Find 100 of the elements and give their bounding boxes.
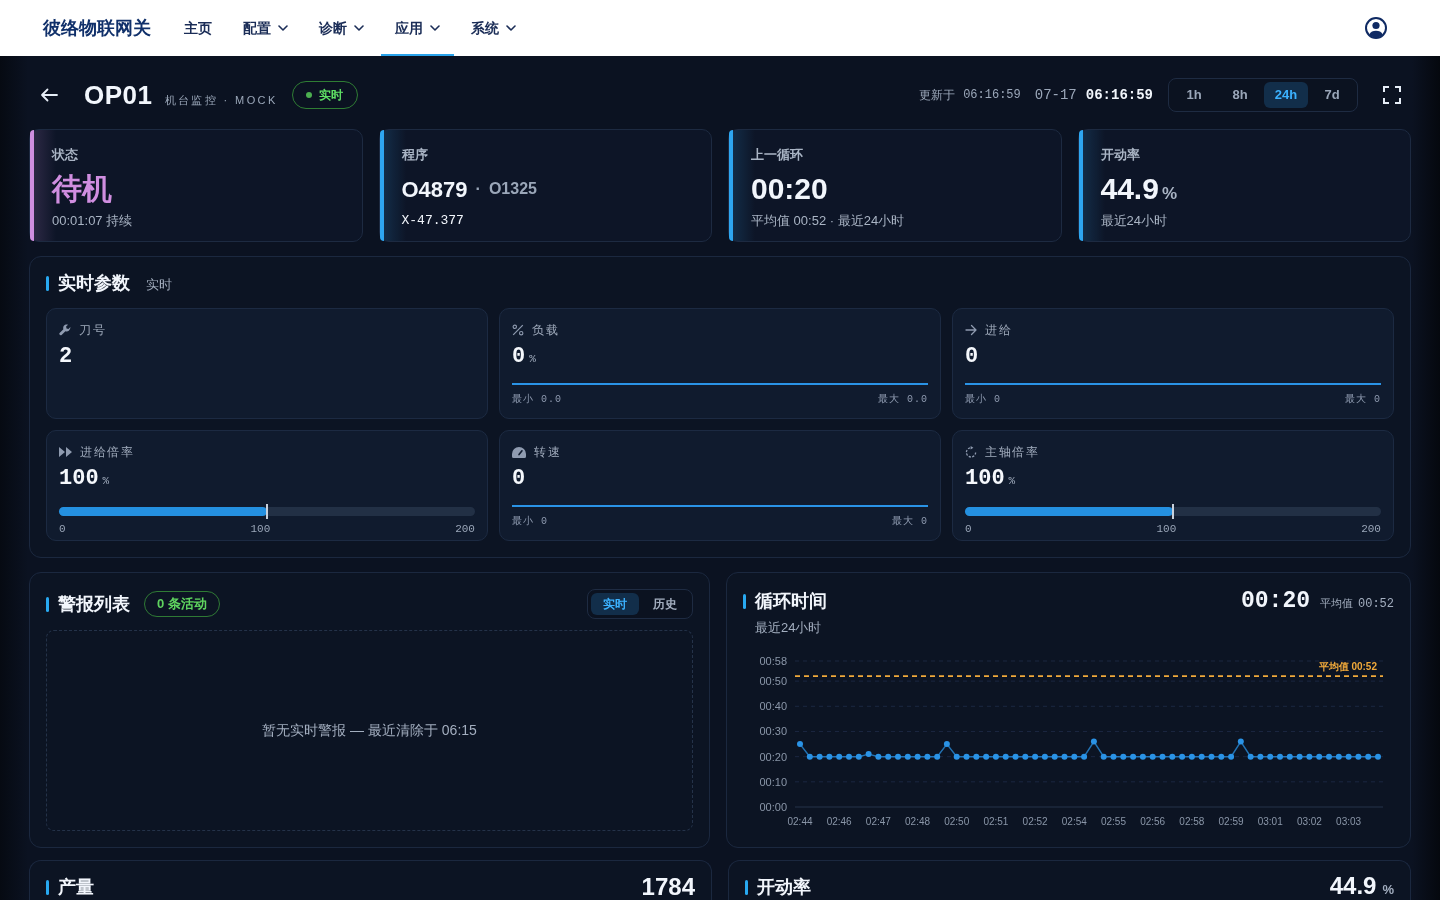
axis-label: 03:03 [1336,816,1362,827]
fullscreen-icon[interactable] [1383,86,1401,104]
axis-label: 00:40 [759,700,787,713]
axis-label: 03:01 [1257,816,1283,827]
param-value: 100 [59,466,99,492]
kpi-note: 平均值 00:52 · 最近24小时 [751,212,906,230]
data-point [1120,753,1127,760]
data-point [934,753,941,760]
param-label: 负载 [532,322,559,338]
data-point [1296,753,1303,760]
min-label: 最小 0.0 [512,394,562,406]
nav-menu-item[interactable]: 诊断 [305,0,378,56]
data-point [1041,753,1048,760]
data-point [1130,753,1137,760]
scale-label: 100 [1156,523,1177,536]
accent-bar-icon [743,593,746,609]
param-label: 转速 [534,444,561,460]
data-point [816,753,823,760]
arrow-right-icon [965,324,977,336]
current-value: 00:20 [1240,589,1310,613]
machine-title: OP01 [84,80,153,110]
section-title: 产量 [58,876,94,898]
axis-label: 02:58 [1179,816,1205,827]
axis-label: 02:47 [865,816,891,827]
data-point [1335,753,1342,760]
data-point [1032,753,1039,760]
date-text: 07-17 [1034,85,1077,105]
range-button[interactable]: 7d [1310,82,1354,108]
data-point [1110,753,1117,760]
axis-label: 02:59 [1218,816,1244,827]
range-button[interactable]: 8h [1218,82,1262,108]
section-title: 循环时间 [755,590,827,612]
nav-menu-item[interactable]: 配置 [229,0,302,56]
data-point [1090,738,1097,745]
scale-label: 0 [965,523,972,536]
data-point [1051,753,1058,760]
data-point [826,753,833,760]
data-point [1247,753,1254,760]
data-point [1365,753,1372,760]
kpi-label: 状态 [52,146,79,164]
data-point [1159,753,1166,760]
data-point [1326,753,1332,760]
scale-label: 200 [455,523,475,536]
average-value: 00:52 [1358,596,1394,613]
user-icon[interactable] [1365,17,1387,39]
data-point [1375,753,1381,760]
section-title: 警报列表 [58,593,130,615]
rotate-icon [965,446,977,458]
unit-label: % [1382,881,1394,900]
unit-label: % [529,352,536,367]
data-point [1179,753,1186,760]
status-dot-icon [305,92,312,98]
range-button[interactable]: 1h [1172,82,1216,108]
data-point [797,741,803,748]
data-point [1237,738,1244,745]
param-value: 2 [59,344,73,370]
average-label: 平均值 [1320,596,1353,611]
data-point [992,753,999,760]
machine-subtitle: 机台监控 · MOCK [164,92,278,108]
view-button[interactable]: 历史 [641,593,689,615]
min-label: 最小 0 [965,394,1001,406]
average-line-label: 平均值 00:52 [1318,661,1377,673]
scale-label: 0 [59,523,66,536]
data-point [1061,753,1068,760]
data-point [1277,753,1283,760]
data-point [983,753,990,760]
param-label: 进给 [985,322,1012,338]
section-title: 实时参数 [58,272,130,294]
section-subtitle: 最近24小时 [755,619,823,637]
scale-label: 200 [1361,523,1381,536]
data-point [1345,753,1352,760]
axis-label: 03:02 [1296,816,1322,827]
gauge-icon [512,446,526,458]
data-point [1081,753,1088,760]
axis-label: 02:51 [983,816,1009,827]
clock-time: 06:16:59 [1085,85,1153,105]
data-point [1208,753,1215,760]
unit-label: % [1161,183,1177,205]
data-point [973,753,980,760]
param-value: 0 [965,344,979,370]
axis-label: 02:56 [1140,816,1166,827]
kpi-value: 00:20 [751,171,829,207]
arrow-left-icon[interactable] [40,88,58,102]
range-button[interactable]: 24h [1264,82,1308,108]
unit-label: % [102,474,110,489]
empty-state-text: 暂无实时警报 — 最近清除于 06:15 [262,721,477,740]
axis-label: 00:30 [759,725,787,738]
data-point [943,741,950,748]
unit-label: % [1008,474,1016,489]
axis-label: 02:46 [826,816,852,827]
max-label: 最大 0.0 [878,394,928,406]
kpi-label: 程序 [401,146,429,164]
nav-menu-item[interactable]: 主页 [170,0,226,56]
brand-link[interactable]: 彼络物联网关 [43,14,151,42]
data-point [1218,753,1225,760]
nav-menu-item[interactable]: 应用 [381,0,454,56]
data-point [1149,753,1156,760]
nav-menu-item[interactable]: 系统 [457,0,530,56]
view-button[interactable]: 实时 [591,593,639,615]
data-point [836,753,843,760]
